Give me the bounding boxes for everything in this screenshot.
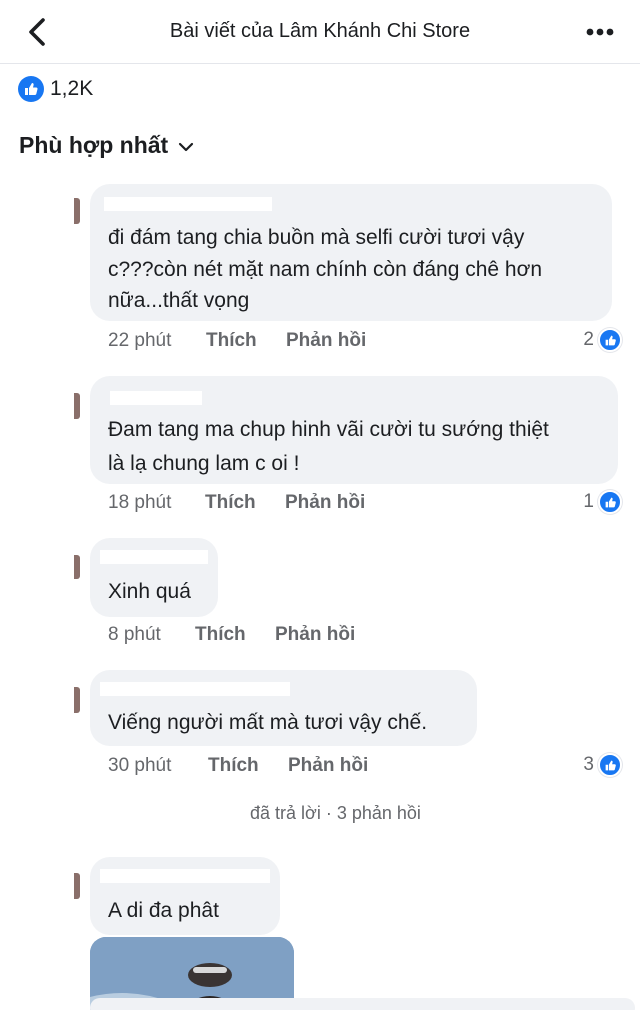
comment-bubble: Xinh quá — [90, 538, 218, 617]
thumbs-up-icon — [598, 753, 622, 777]
like-button[interactable]: Thích — [206, 330, 286, 352]
reaction-count: 1,2K — [50, 77, 94, 100]
comment-author-name[interactable] — [104, 197, 272, 211]
top-bar: Bài viết của Lâm Khánh Chi Store — [0, 0, 640, 64]
like-button[interactable]: Thích — [208, 755, 288, 777]
comment-time: 30 phút — [108, 755, 172, 776]
comment-time: 8 phút — [108, 624, 161, 645]
reply-button[interactable]: Phản hồi — [275, 624, 355, 646]
avatar[interactable] — [74, 555, 80, 579]
page-title: Bài viết của Lâm Khánh Chi Store — [169, 20, 471, 42]
thumbs-up-icon — [18, 76, 44, 102]
comment-text-line: Xinh quá — [108, 580, 191, 603]
sort-dropdown[interactable]: Phù hợp nhất — [19, 132, 194, 159]
comment-actions: 8 phút Thích Phản hồi — [108, 624, 355, 646]
comment-author-name[interactable] — [100, 869, 270, 883]
comment-like-count[interactable]: 1 — [583, 490, 622, 514]
reply-button[interactable]: Phản hồi — [285, 492, 365, 514]
reaction-summary[interactable]: 1,2K — [18, 74, 93, 104]
comment-author-name[interactable] — [100, 682, 290, 696]
next-comment-preview — [90, 998, 635, 1010]
chevron-down-icon — [179, 142, 194, 151]
comment-text-line: là lạ chung lam c oi ! — [108, 452, 300, 475]
like-button[interactable]: Thích — [205, 492, 285, 514]
comment-text-line: Viếng người mất mà tươi vậy chế. — [108, 711, 428, 734]
comment-bubble: Viếng người mất mà tươi vậy chế. — [90, 670, 477, 746]
avatar[interactable] — [74, 198, 80, 224]
sort-label: Phù hợp nhất — [19, 132, 169, 158]
comment-text-line: nữa...thất vọng — [108, 289, 250, 312]
comment-bubble: A di đa phât — [90, 857, 280, 935]
avatar[interactable] — [74, 873, 80, 899]
comment-text-line: đi đám tang chia buồn mà selfi cười tươi… — [108, 226, 525, 249]
like-count-value: 1 — [583, 491, 594, 512]
comment-like-count[interactable]: 3 — [583, 753, 622, 777]
thumbs-up-icon — [598, 490, 622, 514]
comment-time: 18 phút — [108, 492, 172, 513]
comment-actions: 18 phút Thích Phản hồi — [108, 492, 365, 514]
reply-button[interactable]: Phản hồi — [288, 755, 368, 777]
more-options-button[interactable] — [582, 18, 618, 46]
more-dots-icon — [586, 28, 614, 36]
like-count-value: 2 — [583, 329, 594, 350]
thumbs-up-icon — [598, 328, 622, 352]
comment-bubble: Đam tang ma chup hinh vãi cười tu sướng … — [90, 376, 618, 484]
comment-bubble: đi đám tang chia buồn mà selfi cười tươi… — [90, 184, 612, 321]
comment-time: 22 phút — [108, 330, 172, 351]
comment-like-count[interactable]: 2 — [583, 328, 622, 352]
comment-author-name[interactable] — [100, 550, 208, 564]
avatar[interactable] — [74, 687, 80, 713]
comment-author-name[interactable] — [110, 391, 202, 405]
reply-button[interactable]: Phản hồi — [286, 330, 366, 352]
avatar[interactable] — [74, 393, 80, 419]
comment-actions: 30 phút Thích Phản hồi — [108, 755, 368, 777]
like-button[interactable]: Thích — [195, 624, 275, 646]
comment-actions: 22 phút Thích Phản hồi — [108, 330, 366, 352]
comment-text-line: A di đa phât — [108, 899, 219, 922]
comment-text-line: c???còn nét mặt nam chính còn đáng chê h… — [108, 258, 543, 281]
like-count-value: 3 — [583, 754, 594, 775]
comment-text-line: Đam tang ma chup hinh vãi cười tu sướng … — [108, 418, 549, 441]
view-replies-link[interactable]: đã trả lời · 3 phản hồi — [250, 803, 421, 824]
